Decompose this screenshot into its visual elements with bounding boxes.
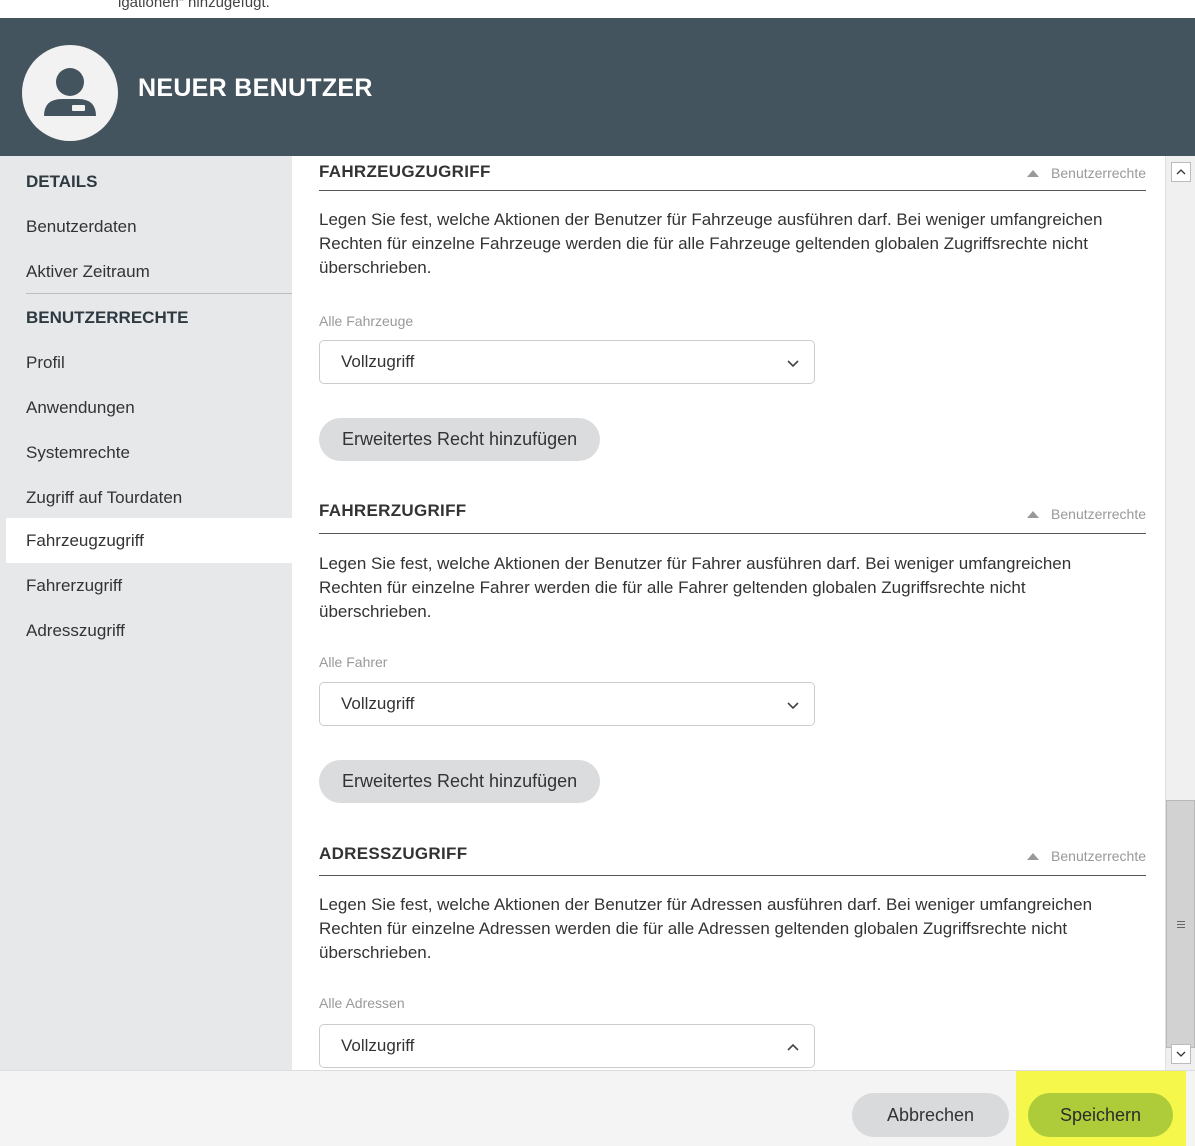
section-divider	[319, 875, 1146, 876]
section-link-benutzerrechte[interactable]: Benutzerrechte	[1027, 165, 1146, 181]
sidebar-item-systemrechte[interactable]: Systemrechte	[0, 430, 292, 475]
field-label-alle-fahrzeuge: Alle Fahrzeuge	[319, 313, 414, 329]
section-divider	[319, 190, 1146, 191]
select-value: Vollzugriff	[341, 694, 415, 713]
sidebar-item-adresszugriff[interactable]: Adresszugriff	[0, 608, 292, 653]
dialog-footer: Abbrechen Speichern	[0, 1070, 1195, 1146]
add-extended-right-button[interactable]: Erweitertes Recht hinzufügen	[319, 418, 601, 461]
dialog-header: NEUER BENUTZER	[0, 18, 1195, 156]
sidebar-item-fahrzeugzugriff[interactable]: Fahrzeugzugriff	[6, 518, 292, 563]
sidebar-item-anwendungen[interactable]: Anwendungen	[0, 385, 292, 430]
section-description: Legen Sie fest, welche Aktionen der Benu…	[319, 895, 1093, 962]
chevron-up-icon	[787, 1043, 799, 1051]
sidebar-divider	[26, 293, 292, 294]
caption-strip: igationen“ hinzugefügt.	[0, 0, 1195, 18]
sidebar-item-fahrerzugriff[interactable]: Fahrerzugriff	[0, 563, 292, 608]
chevron-up-icon	[1176, 169, 1186, 175]
section-description: Legen Sie fest, welche Aktionen der Benu…	[319, 210, 1103, 277]
section-title-adresszugriff: ADRESSZUGRIFF	[319, 844, 468, 863]
vertical-scrollbar[interactable]	[1165, 156, 1195, 1070]
select-value: Vollzugriff	[341, 1036, 415, 1055]
collapse-up-icon	[1027, 510, 1040, 518]
chevron-down-icon	[787, 360, 799, 368]
field-label-alle-fahrer: Alle Fahrer	[319, 654, 388, 670]
select-value: Vollzugriff	[341, 352, 415, 371]
grip-icon	[1176, 920, 1185, 928]
chevron-down-icon	[1176, 1051, 1186, 1057]
section-divider	[319, 533, 1146, 534]
sidebar-heading-benutzerrechte: BENUTZERRECHTE	[26, 307, 189, 327]
section-link-label: Benutzerrechte	[1051, 848, 1146, 864]
section-link-label: Benutzerrechte	[1051, 506, 1146, 522]
chevron-down-icon	[787, 702, 799, 710]
cancel-button[interactable]: Abbrechen	[852, 1093, 1009, 1137]
section-link-label: Benutzerrechte	[1051, 165, 1146, 181]
sidebar-item-profil[interactable]: Profil	[0, 340, 292, 385]
section-description: Legen Sie fest, welche Aktionen der Benu…	[319, 554, 1072, 621]
sidebar-nav: DETAILS Benutzerdaten Aktiver Zeitraum B…	[0, 156, 292, 1070]
scrollbar-thumb[interactable]	[1166, 800, 1195, 1048]
sidebar-item-zugriff-auf-tourdaten[interactable]: Zugriff auf Tourdaten	[0, 475, 292, 520]
scroll-up-button[interactable]	[1171, 162, 1191, 182]
access-select-fahrer[interactable]: Vollzugriff	[319, 682, 815, 726]
user-avatar-icon	[22, 45, 118, 141]
sidebar-item-aktiver-zeitraum[interactable]: Aktiver Zeitraum	[0, 249, 292, 294]
main-content: FAHRZEUGZUGRIFF Benutzerrechte Legen Sie…	[292, 156, 1165, 1070]
sidebar-heading-details: DETAILS	[26, 171, 98, 191]
add-extended-right-button[interactable]: Erweitertes Recht hinzufügen	[319, 760, 601, 803]
collapse-up-icon	[1027, 852, 1040, 860]
sidebar-item-benutzerdaten[interactable]: Benutzerdaten	[0, 204, 292, 249]
section-link-benutzerrechte[interactable]: Benutzerrechte	[1027, 506, 1146, 522]
scroll-down-button[interactable]	[1171, 1044, 1191, 1064]
save-button[interactable]: Speichern	[1028, 1093, 1173, 1137]
dialog-title: NEUER BENUTZER	[138, 74, 373, 102]
access-select-fahrzeuge[interactable]: Vollzugriff	[319, 340, 815, 384]
collapse-up-icon	[1027, 169, 1040, 177]
field-label-alle-adressen: Alle Adressen	[319, 995, 405, 1011]
section-title-fahrerzugriff: FAHRERZUGRIFF	[319, 501, 467, 520]
access-select-adressen[interactable]: Vollzugriff	[319, 1024, 815, 1068]
caption-text: igationen“ hinzugefügt.	[118, 0, 270, 11]
section-title-fahrzeugzugriff: FAHRZEUGZUGRIFF	[319, 162, 491, 181]
section-link-benutzerrechte[interactable]: Benutzerrechte	[1027, 848, 1146, 864]
